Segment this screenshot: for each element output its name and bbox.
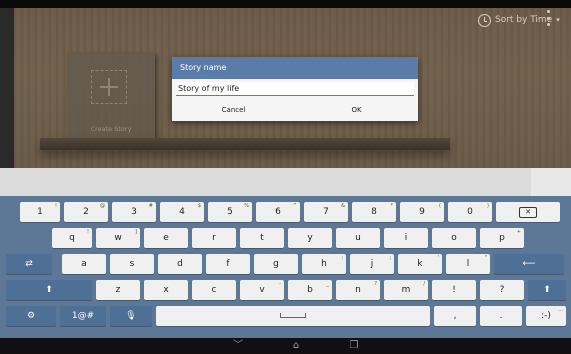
clock-icon xyxy=(478,13,491,27)
key-7[interactable]: 7 & xyxy=(304,202,348,222)
story-name-input[interactable]: Story of my life xyxy=(176,82,414,96)
key-m[interactable]: m / xyxy=(384,280,428,300)
key-y[interactable]: y xyxy=(288,228,332,248)
microphone-icon: 🎙 xyxy=(125,311,137,321)
key-i[interactable]: i xyxy=(384,228,428,248)
key-t[interactable]: t xyxy=(240,228,284,248)
recent-apps-icon[interactable]: ❐ xyxy=(344,340,364,352)
key-exclamation[interactable]: ! xyxy=(432,280,476,300)
shelf xyxy=(40,138,450,150)
tab-icon: ⇄ xyxy=(25,259,33,269)
gear-icon: ⚙ xyxy=(26,311,36,321)
overflow-menu-icon[interactable] xyxy=(547,10,551,26)
back-icon[interactable]: ﹀ xyxy=(228,340,248,352)
key-j[interactable]: j; xyxy=(350,254,394,274)
settings-key[interactable]: ⚙ xyxy=(6,306,56,326)
key-1[interactable]: 1! xyxy=(20,202,60,222)
key-d[interactable]: d xyxy=(158,254,202,274)
key-f[interactable]: f xyxy=(206,254,250,274)
left-edge xyxy=(0,8,14,168)
caret-down-icon: ▾ xyxy=(556,16,560,24)
space-icon xyxy=(280,313,306,318)
create-story-card[interactable]: Create Story xyxy=(67,53,155,143)
status-bar xyxy=(0,0,571,8)
key-x[interactable]: x xyxy=(144,280,188,300)
key-c[interactable]: c xyxy=(192,280,236,300)
key-u[interactable]: u xyxy=(336,228,380,248)
enter-icon: ⟵ xyxy=(522,259,536,269)
key-h[interactable]: h: xyxy=(302,254,346,274)
key-a[interactable]: a xyxy=(62,254,106,274)
key-q[interactable]: q! xyxy=(52,228,92,248)
tab-key[interactable]: ⇄ xyxy=(6,254,52,274)
key-question[interactable]: ? xyxy=(480,280,524,300)
key-b[interactable]: b _ xyxy=(288,280,332,300)
key-8[interactable]: 8 * xyxy=(352,202,396,222)
key-p[interactable]: p + xyxy=(480,228,524,248)
ok-button[interactable]: OK xyxy=(295,100,418,120)
backspace-icon: ✕ xyxy=(519,207,537,218)
key-5[interactable]: 5% xyxy=(208,202,252,222)
key-w[interactable]: w] xyxy=(96,228,140,248)
backspace-key[interactable]: ✕ xyxy=(496,202,560,222)
shift-icon: ⬆ xyxy=(543,285,551,295)
key-l[interactable]: l " xyxy=(446,254,490,274)
key-v[interactable]: v- xyxy=(240,280,284,300)
cancel-button[interactable]: Cancel xyxy=(172,100,295,120)
shift-right-key[interactable]: ⬆ xyxy=(528,280,566,300)
comma-key[interactable]: , xyxy=(434,306,476,326)
shift-left-key[interactable]: ⬆ xyxy=(6,280,92,300)
key-4[interactable]: 4 $ xyxy=(160,202,204,222)
key-0[interactable]: 0) xyxy=(448,202,492,222)
key-e[interactable]: e xyxy=(144,228,188,248)
key-3[interactable]: 3 # xyxy=(112,202,156,222)
dialog-title: Story name xyxy=(172,57,418,79)
home-icon[interactable]: ⌂ xyxy=(286,340,306,352)
emoticon-key[interactable]: :-)... xyxy=(526,306,566,326)
key-2[interactable]: 2 @ xyxy=(64,202,108,222)
symbols-key[interactable]: 1@# xyxy=(60,306,106,326)
key-k[interactable]: k ' xyxy=(398,254,442,274)
key-z[interactable]: z xyxy=(96,280,140,300)
key-9[interactable]: 9( xyxy=(400,202,444,222)
key-r[interactable]: r xyxy=(192,228,236,248)
shift-icon: ⬆ xyxy=(45,285,53,295)
enter-key[interactable]: ⟵ xyxy=(494,254,564,274)
suggestion-strip xyxy=(0,168,571,196)
voice-key[interactable]: 🎙 xyxy=(110,306,152,326)
story-name-dialog: Story name Story of my life Cancel OK xyxy=(172,57,418,121)
space-key[interactable] xyxy=(156,306,430,326)
key-o[interactable]: o xyxy=(432,228,476,248)
period-key[interactable]: . xyxy=(480,306,522,326)
create-story-label: Create Story xyxy=(90,125,132,133)
key-s[interactable]: s xyxy=(110,254,154,274)
key-g[interactable]: g xyxy=(254,254,298,274)
key-6[interactable]: 6 ^ xyxy=(256,202,300,222)
sort-label: Sort by Time xyxy=(495,15,553,25)
key-n[interactable]: n? xyxy=(336,280,380,300)
navigation-bar: ﹀ ⌂ ❐ xyxy=(0,338,571,354)
plus-icon xyxy=(91,70,127,104)
keyboard: 1! 2 @ 3 # 4 $ 5% 6 ^ 7 & 8 * 9( 0) ✕ q! w] e … xyxy=(0,196,571,338)
